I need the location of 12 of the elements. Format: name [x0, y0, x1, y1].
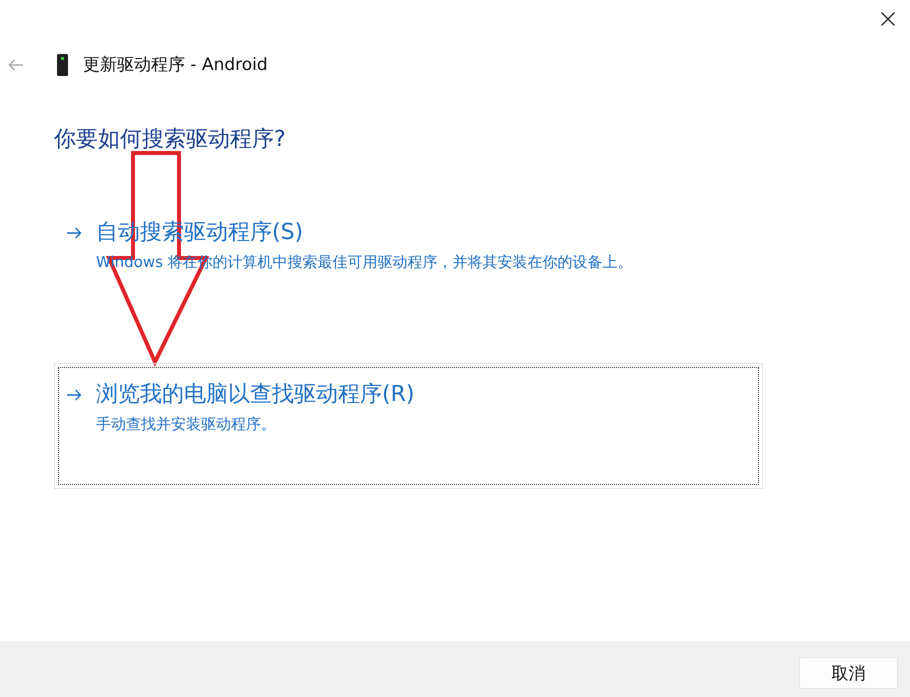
right-arrow-icon — [67, 389, 82, 401]
phone-icon — [57, 54, 68, 76]
back-button[interactable] — [8, 59, 24, 71]
option-label: 浏览我的电脑以查找驱动程序(R) — [96, 381, 414, 409]
back-arrow-icon — [8, 59, 24, 71]
option-description: 手动查找并安装驱动程序。 — [96, 414, 276, 435]
right-arrow-icon — [67, 227, 82, 239]
dialog-title: 更新驱动程序 - Android — [83, 54, 268, 77]
cancel-button[interactable]: 取消 — [799, 657, 898, 689]
close-icon — [881, 12, 895, 26]
question-heading: 你要如何搜索驱动程序? — [54, 126, 286, 154]
driver-option[interactable]: 浏览我的电脑以查找驱动程序(R) 手动查找并安装驱动程序。 — [54, 363, 763, 489]
